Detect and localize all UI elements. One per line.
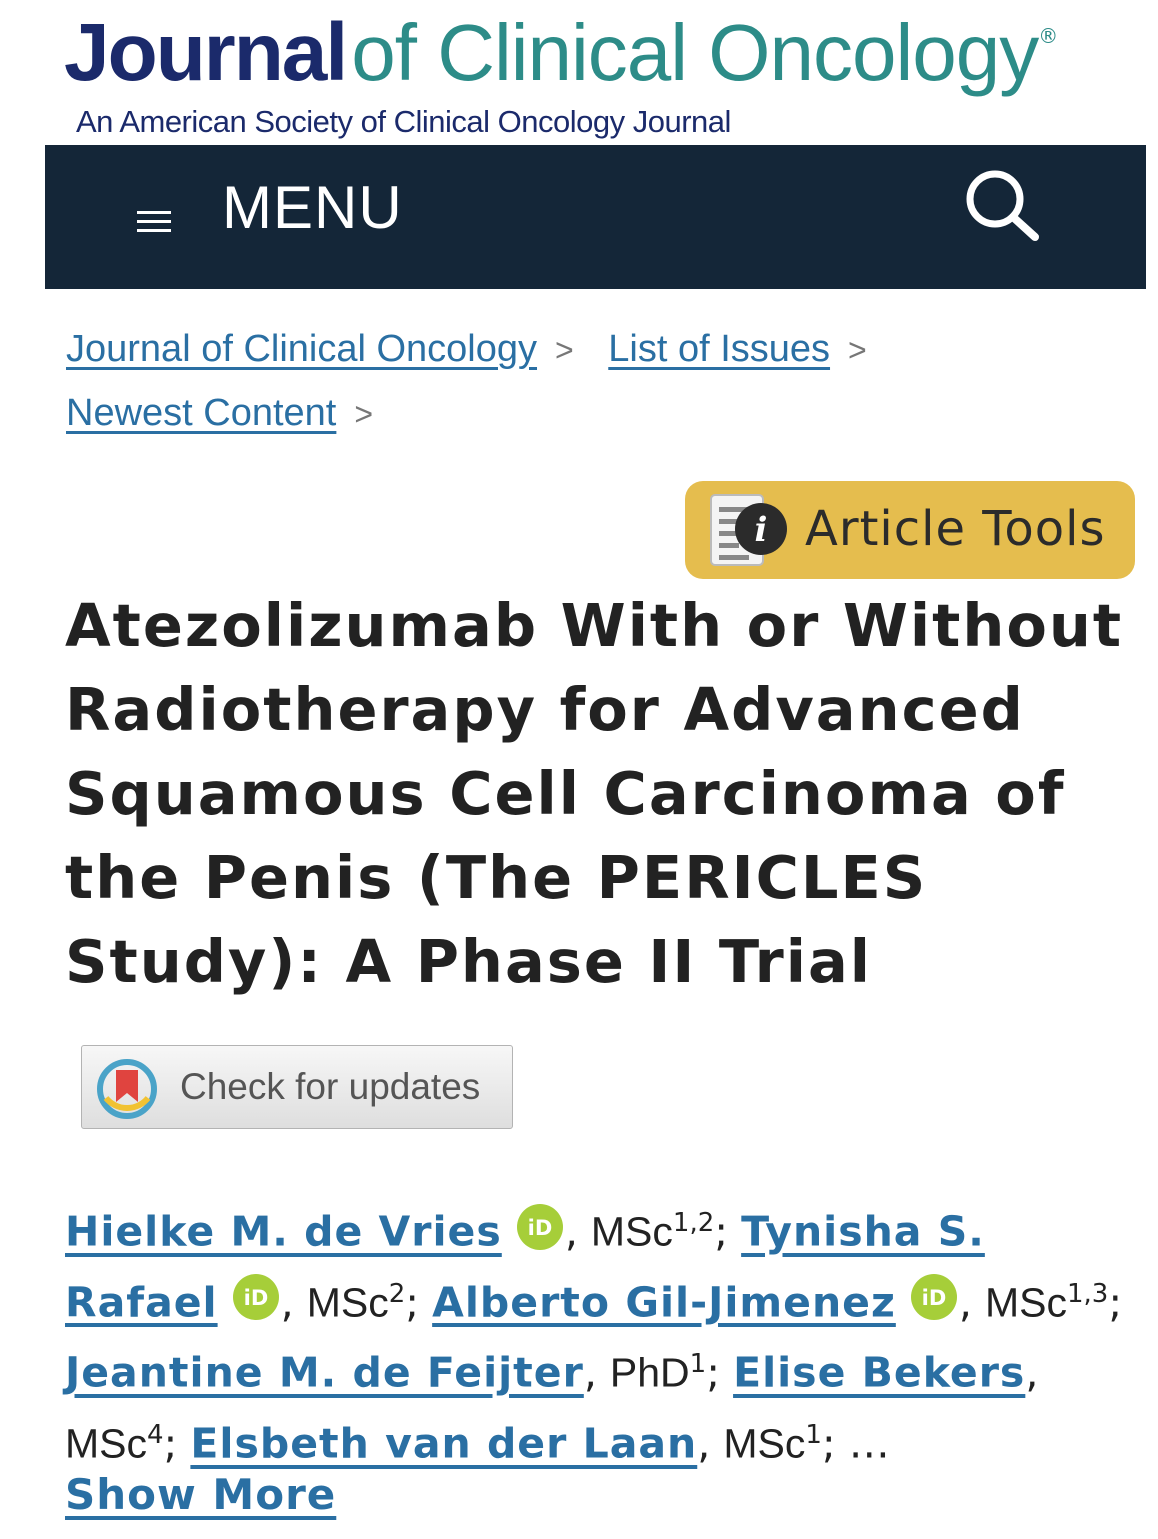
- hamburger-icon[interactable]: [137, 211, 171, 235]
- author-affiliation: 1,3: [1066, 1278, 1109, 1309]
- article-tools-label: Article Tools: [805, 501, 1106, 557]
- nav-bar: MENU: [45, 145, 1146, 289]
- author-affiliation: 1: [805, 1419, 822, 1450]
- author-degree: MSc: [306, 1279, 389, 1326]
- breadcrumb-journal[interactable]: Journal of Clinical Oncology: [66, 328, 537, 370]
- logo-journal-text: Journal: [64, 7, 348, 98]
- orcid-icon[interactable]: iD: [910, 1274, 957, 1321]
- authors-ellipsis: …: [848, 1419, 890, 1468]
- registered-mark: ®: [1038, 24, 1059, 48]
- author-affiliation: 2: [388, 1278, 406, 1309]
- orcid-icon[interactable]: iD: [232, 1274, 279, 1321]
- svg-text:iD: iD: [922, 1286, 947, 1310]
- breadcrumb-separator: >: [354, 396, 374, 432]
- menu-button[interactable]: MENU: [222, 173, 403, 242]
- logo-rest-text: of Clinical Oncology: [351, 8, 1039, 97]
- author-degree: MSc: [723, 1420, 806, 1467]
- check-for-updates-button[interactable]: Check for updates: [81, 1045, 513, 1129]
- article-tools-button[interactable]: i Article Tools: [685, 481, 1135, 579]
- show-more-link[interactable]: Show More: [65, 1470, 336, 1519]
- author-degree: MSc: [65, 1420, 147, 1467]
- crossmark-icon: [97, 1059, 157, 1119]
- orcid-icon[interactable]: iD: [516, 1203, 563, 1250]
- breadcrumb: Journal of Clinical Oncology > List of Is…: [66, 318, 1126, 446]
- author-affiliation: 1,2: [672, 1208, 715, 1238]
- check-for-updates-label: Check for updates: [180, 1066, 481, 1107]
- author-link[interactable]: Alberto Gil-Jimenez: [432, 1278, 896, 1326]
- author-degree: MSc: [984, 1279, 1067, 1326]
- author-link[interactable]: Jeantine M. de Feijter: [65, 1349, 584, 1397]
- svg-text:iD: iD: [243, 1286, 268, 1310]
- info-document-icon: i: [710, 494, 787, 566]
- author-link[interactable]: Elise Bekers: [733, 1349, 1025, 1397]
- svg-text:iD: iD: [528, 1216, 553, 1240]
- author-degree: PhD: [609, 1349, 690, 1396]
- logo-subtitle: An American Society of Clinical Oncology…: [76, 104, 731, 139]
- svg-text:i: i: [755, 510, 768, 550]
- journal-logo[interactable]: Journal of Clinical Oncology®: [64, 6, 1058, 100]
- article-title: Atezolizumab With or Without Radiotherap…: [65, 591, 1124, 996]
- breadcrumb-separator: >: [555, 332, 574, 368]
- author-degree: MSc: [590, 1208, 673, 1255]
- author-affiliation: 4: [147, 1419, 164, 1450]
- author-link[interactable]: Elsbeth van der Laan: [190, 1420, 697, 1468]
- author-affiliation: 1: [689, 1349, 707, 1380]
- search-icon[interactable]: [963, 167, 1043, 247]
- breadcrumb-newest-content[interactable]: Newest Content: [66, 392, 336, 434]
- breadcrumb-separator: >: [848, 332, 867, 368]
- author-link[interactable]: Hielke M. de Vries: [65, 1208, 502, 1256]
- breadcrumb-list-of-issues[interactable]: List of Issues: [608, 328, 830, 370]
- author-list: Hielke M. de Vries iD, MSc1,2; Tynisha S…: [65, 1192, 1145, 1475]
